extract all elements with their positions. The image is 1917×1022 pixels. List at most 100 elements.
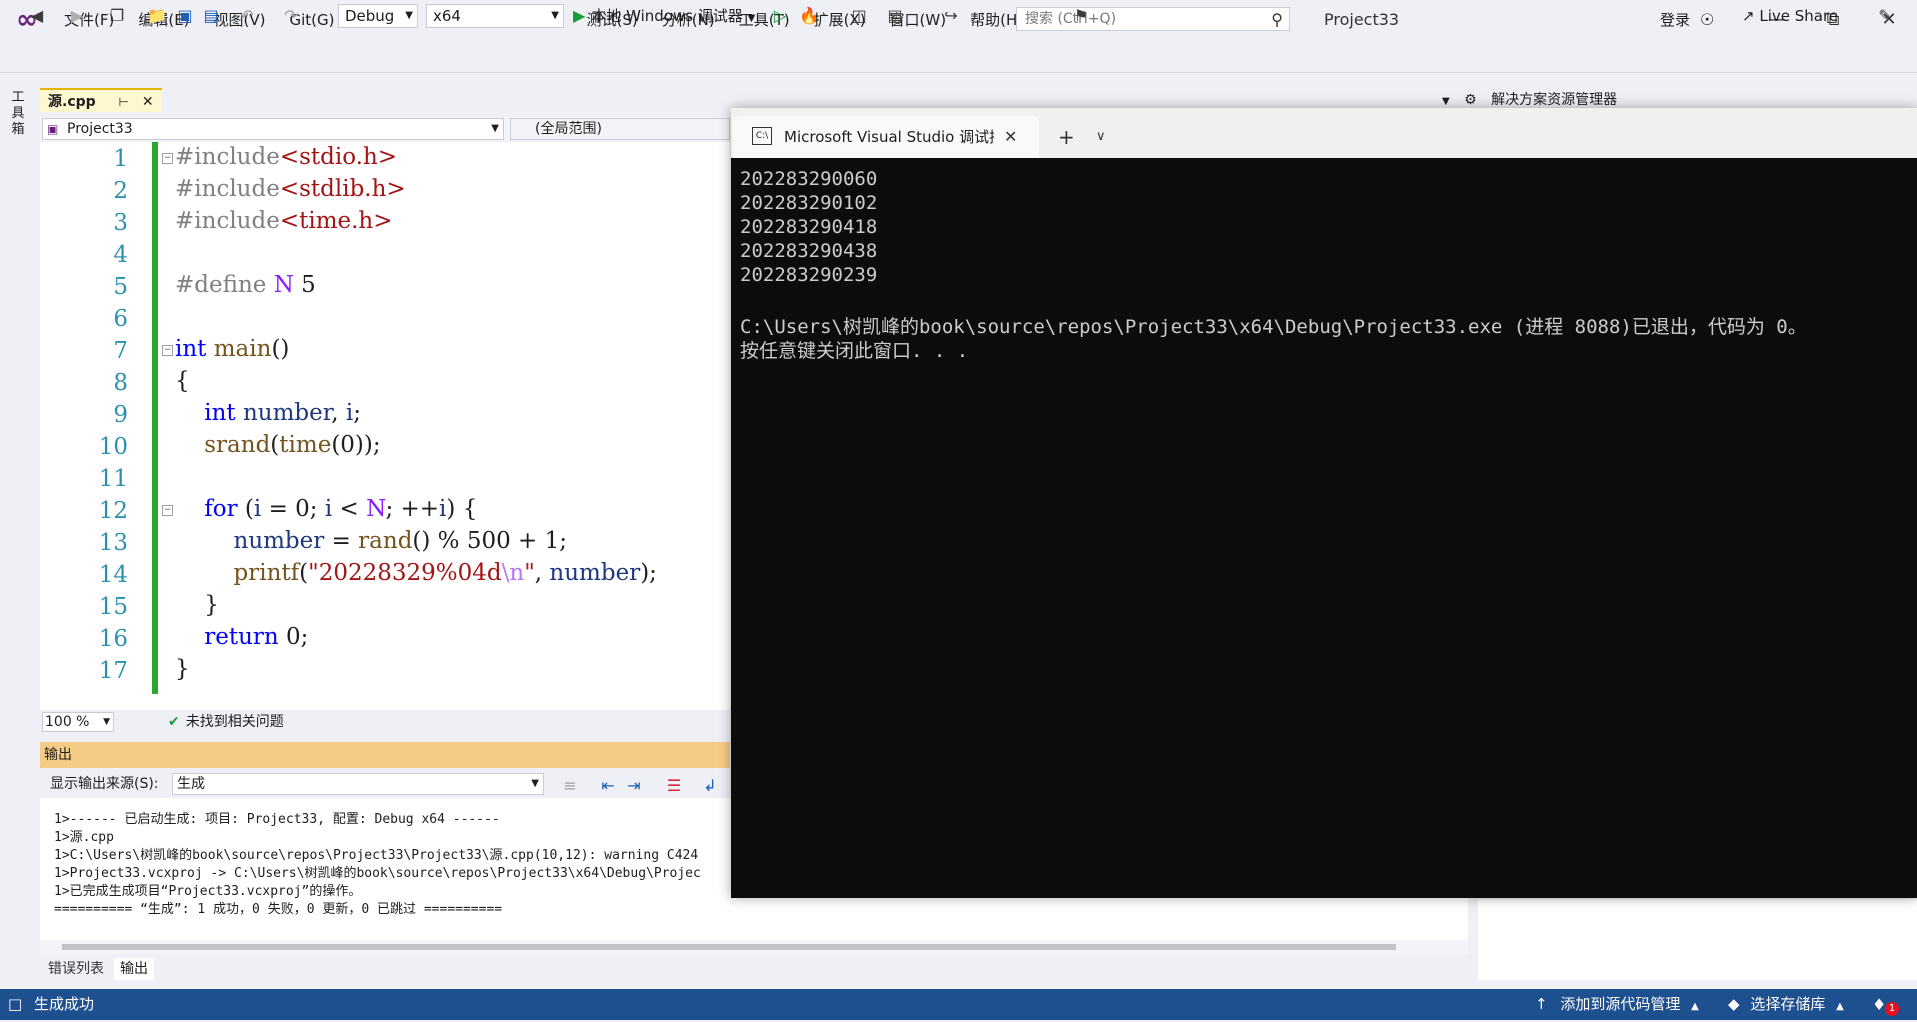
scope-dropdown[interactable]: (全局范围) [510, 118, 730, 140]
next-message-icon[interactable]: ⇥ [624, 774, 644, 798]
chevron-up-icon: ▲ [1836, 1001, 1844, 1012]
word-wrap-icon[interactable]: ↲ [700, 774, 720, 798]
play-icon: ▶ [573, 6, 586, 25]
tab-label: 源.cpp [48, 94, 96, 110]
project-dropdown-value: Project33 [67, 121, 133, 137]
save-icon[interactable]: ▣ [174, 4, 196, 28]
search-icon: ⚲ [1271, 10, 1283, 29]
line-number: 3 [113, 210, 128, 236]
code-line-2: #include<stdlib.h> [175, 176, 406, 202]
line-number: 15 [98, 594, 128, 620]
line-number: 16 [98, 626, 128, 652]
scope-dropdown-value: (全局范围) [535, 121, 602, 137]
step-icon[interactable]: ↪ [940, 4, 962, 28]
new-tab-plus-icon[interactable]: + [1058, 116, 1075, 158]
code-line-5: #define N 5 [175, 272, 316, 298]
redo-icon[interactable]: ↷ [280, 4, 302, 28]
line-number-gutter: 1 2 3 4 5 6 7 8 9 10 11 12 13 14 15 16 1… [40, 142, 148, 710]
toolbox-tab[interactable]: 工具箱 [8, 90, 28, 138]
chevron-down-icon[interactable]: ∨ [1096, 116, 1106, 158]
previous-message-icon[interactable]: ⇤ [598, 774, 618, 798]
new-project-icon[interactable]: ❐ [106, 4, 128, 28]
undo-icon[interactable]: ↶ [236, 4, 258, 28]
start-debugging-button[interactable]: ▶ 本地 Windows 调试器 ▼ [573, 4, 755, 28]
tab-output[interactable]: 输出 [114, 958, 154, 980]
chevron-down-icon[interactable]: ▼ [1442, 96, 1450, 107]
output-line: 1>已完成生成项目“Project33.vcxproj”的操作。 [54, 884, 362, 899]
bookmark-icon[interactable]: ⚑ [1070, 4, 1092, 28]
project-dropdown[interactable]: ▣ Project33 ▼ [42, 118, 504, 140]
chevron-down-icon: ▼ [747, 13, 756, 24]
find-message-icon[interactable]: ≡ [560, 774, 580, 798]
console-line: 202283290102 [740, 192, 878, 214]
source-control-label: 添加到源代码管理 [1560, 995, 1681, 1013]
forward-icon[interactable]: ▶ [66, 4, 88, 28]
output-line: ========== “生成”: 1 成功，0 失败，0 更新，0 已跳过 ==… [54, 902, 503, 917]
open-folder-icon[interactable]: 📁 [146, 4, 168, 28]
start-without-debugging-icon[interactable]: ▷ [770, 4, 790, 28]
zoom-dropdown[interactable]: 100 % ▼ [42, 712, 114, 732]
notifications-bell-icon[interactable]: ♦ [1872, 989, 1886, 1020]
select-repository-button[interactable]: ◆ 选择存储库 ▲ [1728, 989, 1844, 1020]
issues-indicator[interactable]: ✔ 未找到相关问题 [168, 712, 284, 732]
line-number: 2 [113, 178, 128, 204]
terminal-icon: C:\ [752, 127, 772, 145]
solution-explorer-body[interactable] [1478, 900, 1917, 980]
add-to-source-control-button[interactable]: ↑ 添加到源代码管理 ▲ [1535, 989, 1699, 1020]
live-share-button[interactable]: ↗ Live Share [1742, 4, 1838, 28]
line-number: 5 [113, 274, 128, 300]
build-status-icon: □ [8, 995, 23, 1013]
console-line: 202283290438 [740, 240, 878, 262]
login-link[interactable]: 登录 [1660, 0, 1690, 40]
run-label: 本地 Windows 调试器 [591, 7, 743, 25]
tab-source-cpp[interactable]: 源.cpp ⊢ ✕ [40, 88, 162, 112]
close-icon[interactable]: ✕ [1004, 116, 1017, 158]
layout-icon[interactable]: ▤ [884, 4, 906, 28]
zoom-value: 100 % [45, 714, 90, 730]
change-tracking-bar [152, 142, 158, 694]
line-number: 4 [113, 242, 128, 268]
line-number: 1 [113, 146, 128, 172]
back-icon[interactable]: ◀ [26, 4, 48, 28]
line-number: 14 [98, 562, 128, 588]
output-scroll-thumb[interactable] [62, 944, 1396, 950]
share-icon: ↗ [1742, 7, 1755, 25]
debug-console-window[interactable] [731, 108, 1917, 898]
line-number: 11 [98, 466, 128, 492]
issues-text: 未找到相关问题 [185, 714, 284, 730]
editor-status-bar [40, 710, 730, 734]
collapse-icon[interactable]: − [162, 505, 173, 516]
code-line-13: number = rand() % 500 + 1; [233, 528, 568, 554]
output-source-value: 生成 [177, 776, 205, 792]
console-tab-title: Microsoft Visual Studio 调试控制台 [784, 128, 994, 146]
console-line: 按任意键关闭此窗口. . . [740, 340, 969, 362]
output-source-dropdown[interactable]: 生成 ▼ [172, 773, 544, 795]
pin-icon[interactable]: ⊢ [119, 95, 129, 109]
collapse-icon[interactable]: − [162, 345, 173, 356]
code-line-9: int number, i; [204, 400, 361, 426]
browse-icon[interactable]: ◫ [848, 4, 870, 28]
gear-icon[interactable]: ⚙ [1464, 92, 1477, 108]
line-number: 9 [113, 402, 128, 428]
tab-error-list[interactable]: 错误列表 [42, 958, 110, 980]
configuration-dropdown[interactable]: Debug ▼ [338, 4, 418, 28]
solution-name: Project33 [1324, 10, 1400, 29]
hot-reload-icon[interactable]: 🔥 [798, 4, 820, 28]
check-circle-icon: ✔ [168, 714, 180, 730]
search-input[interactable]: 搜索 (Ctrl+Q) ⚲ [1016, 7, 1290, 31]
clear-all-icon[interactable]: ☰ [664, 774, 684, 798]
chevron-down-icon: ▼ [491, 123, 499, 134]
code-line-8: { [175, 368, 190, 394]
collapse-icon[interactable]: − [162, 153, 173, 164]
feedback-icon[interactable]: ✎ [1874, 4, 1896, 28]
save-all-icon[interactable]: ▤ [200, 4, 222, 28]
chevron-down-icon: ▼ [103, 717, 110, 727]
account-icon[interactable]: ☉ [1700, 0, 1714, 40]
console-line: 202283290418 [740, 216, 878, 238]
output-line: 1>Project33.vcxproj -> C:\Users\树凯峰的book… [54, 866, 701, 881]
output-source-label: 显示输出来源(S): [50, 776, 159, 792]
line-number: 17 [98, 658, 128, 684]
platform-value: x64 [433, 7, 461, 25]
platform-dropdown[interactable]: x64 ▼ [426, 4, 564, 28]
close-icon[interactable]: ✕ [142, 94, 154, 110]
